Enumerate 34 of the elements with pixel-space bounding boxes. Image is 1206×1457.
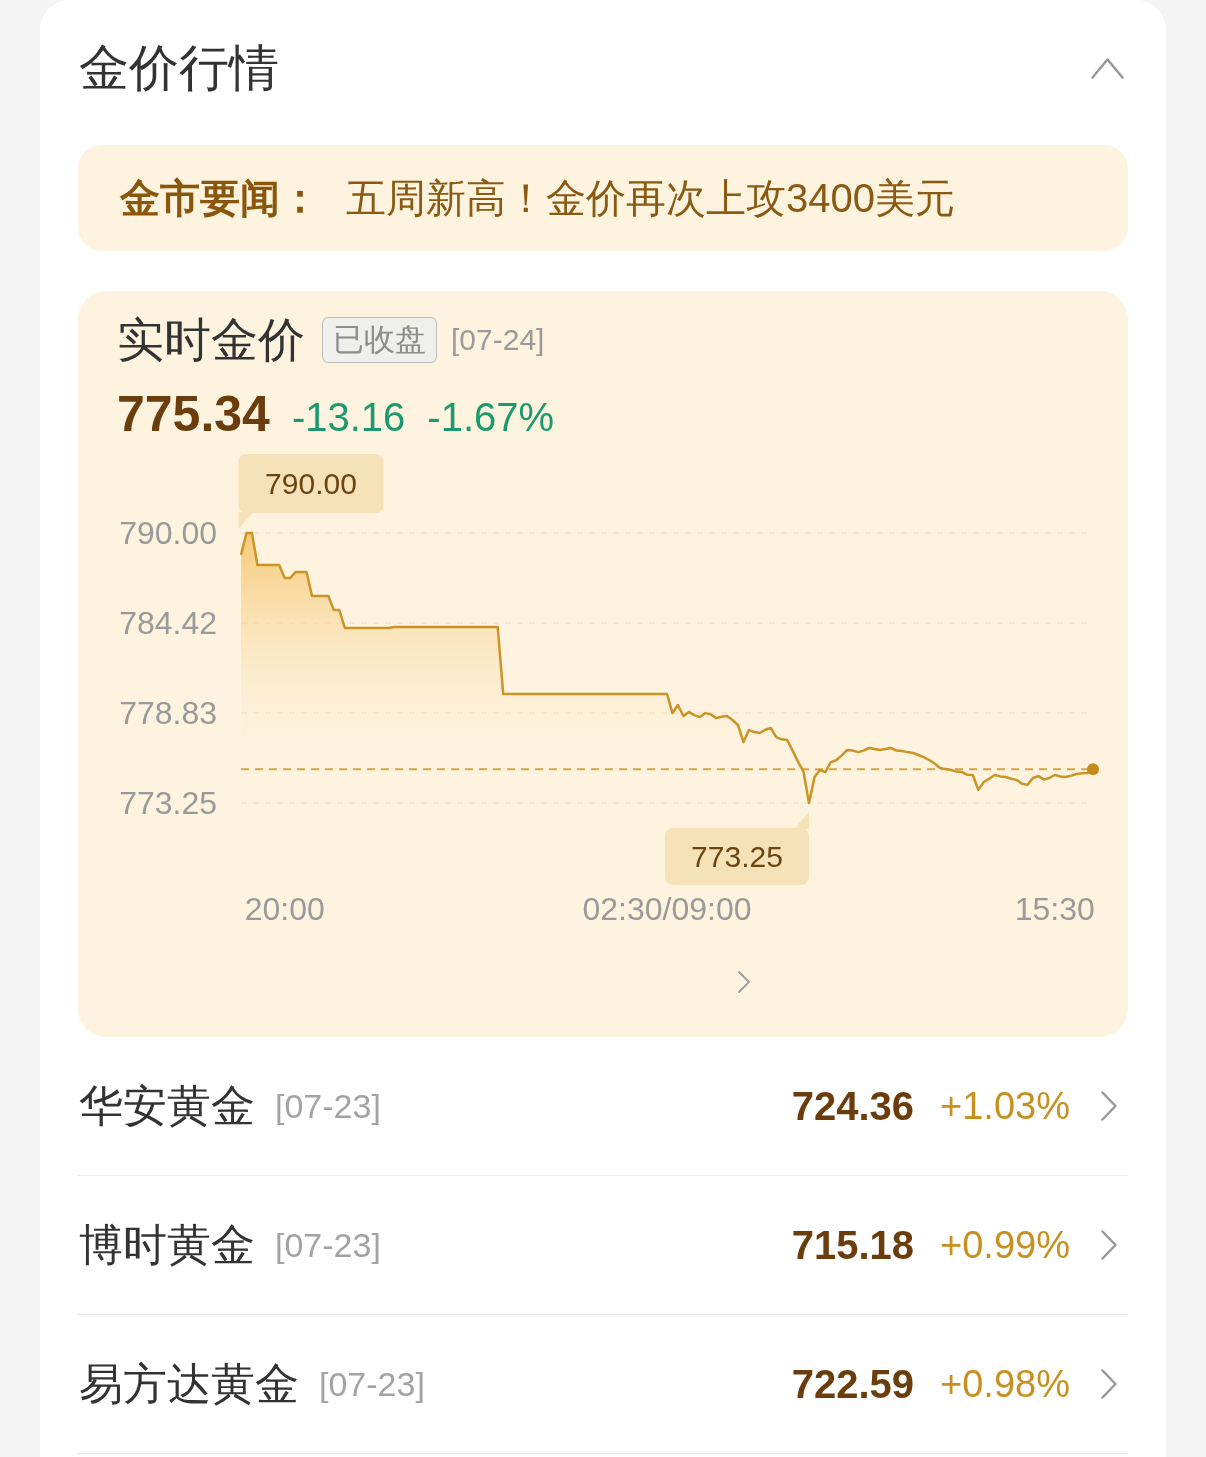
market-status-badge: 已收盘 — [322, 317, 437, 363]
date-label: [07-23] — [275, 1225, 381, 1265]
y-axis-label: 778.83 — [119, 695, 217, 732]
fund-price: 722.59 — [791, 1361, 915, 1407]
y-axis-label: 790.00 — [119, 515, 217, 551]
fund-name: 博时黄金 — [79, 1218, 255, 1271]
date-label: [07-23] — [275, 1086, 381, 1126]
chevron-right-icon[interactable] — [1100, 1090, 1118, 1122]
date-label: [07-24] — [451, 323, 545, 357]
fund-change-percent: +1.03% — [940, 1084, 1070, 1128]
section-title: 金价行情 — [79, 38, 279, 98]
price-change-percent: -1.67% — [427, 395, 555, 440]
y-axis-label: 773.25 — [119, 785, 217, 821]
chevron-right-icon[interactable] — [1100, 1368, 1118, 1400]
y-axis-label: 784.42 — [119, 604, 217, 641]
chevron-up-icon[interactable] — [1090, 56, 1125, 80]
x-axis-label: 20:00 — [244, 891, 325, 927]
price-change: -13.16 — [291, 395, 406, 440]
chevron-right-icon[interactable] — [737, 970, 751, 994]
fund-price: 724.36 — [791, 1083, 915, 1129]
card-title: 实时金价 — [117, 311, 305, 368]
fund-change-percent: +0.99% — [940, 1223, 1070, 1267]
fund-change-percent: +0.98% — [940, 1362, 1070, 1406]
x-axis-label: 02:30/09:00 — [582, 891, 752, 927]
news-headline[interactable]: 五周新高！金价再次上攻3400美元 — [346, 170, 955, 226]
chevron-right-icon[interactable] — [1100, 1229, 1118, 1261]
current-price: 775.34 — [117, 385, 270, 443]
fund-name: 易方达黄金 — [79, 1357, 299, 1410]
fund-price: 715.18 — [791, 1222, 915, 1268]
end-marker-icon — [1087, 763, 1099, 776]
x-axis-label: 15:30 — [1014, 891, 1095, 927]
date-label: [07-23] — [319, 1364, 425, 1404]
news-label: 金市要闻： — [120, 174, 320, 222]
fund-name: 华安黄金 — [79, 1079, 255, 1132]
